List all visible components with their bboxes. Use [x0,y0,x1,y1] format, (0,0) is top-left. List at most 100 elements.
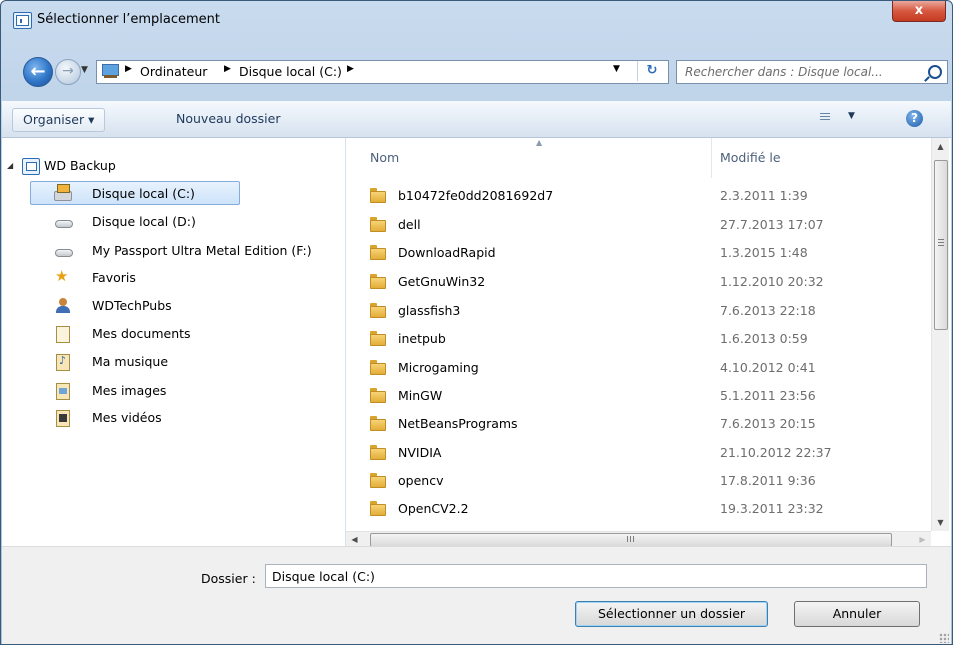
file-modified: 7.6.2013 22:18 [720,303,816,318]
breadcrumb-separator-icon[interactable]: ▶ [125,64,132,74]
list-item[interactable]: DownloadRapid 1.3.2015 1:48 [346,240,931,266]
file-name: NetBeansPrograms [398,416,518,431]
list-item[interactable]: GetGnuWin32 1.12.2010 20:32 [346,269,931,295]
grip-icon [938,239,944,246]
history-dropdown-icon[interactable]: ▼ [81,66,90,75]
scroll-right-icon[interactable]: ▶ [914,532,931,547]
folder-icon [370,360,386,375]
list-item[interactable]: b10472fe0dd2081692d7 2.3.2011 1:39 [346,183,931,209]
nav-item-ma-musique[interactable]: Ma musique [2,350,344,374]
chevron-down-icon: ▼ [848,111,855,121]
file-name: Microgaming [398,360,479,375]
view-details-icon [820,113,830,122]
folder-icon [370,331,386,346]
horizontal-scroll-thumb[interactable] [370,533,892,547]
expand-triangle-icon[interactable]: ◢ [7,161,13,170]
nav-item-label: Favoris [92,270,136,285]
nav-item-mes-videos[interactable]: Mes vidéos [2,406,344,430]
address-bar[interactable]: ▶ Ordinateur ▶ Disque local (C:) ▶ ▼ ↻ [96,60,669,84]
list-item[interactable]: opencv 17.8.2011 9:36 [346,468,931,494]
navigation-bar: ← → ▼ ▶ Ordinateur ▶ Disque local (C:) ▶… [1,53,952,87]
search-input[interactable]: Rechercher dans : Disque local... [676,60,948,84]
file-list: Nom ▲ Modifié le b10472fe0dd2081692d7 2.3… [346,138,931,531]
file-modified: 1.3.2015 1:48 [720,245,808,260]
nav-item-label: Disque local (C:) [92,186,195,201]
horizontal-scrollbar[interactable]: ◀ ▶ [346,531,931,547]
organize-button[interactable]: Organiser ▾ [12,108,106,132]
dialog-footer: Dossier : Disque local (C:) Sélectionner… [2,546,951,644]
breadcrumb-ordinateur[interactable]: Ordinateur [140,64,207,79]
search-placeholder: Rechercher dans : Disque local... [685,65,883,79]
file-modified: 5.1.2011 23:56 [720,388,816,403]
nav-item-label: My Passport Ultra Metal Edition (F:) [92,243,312,258]
drive-c-icon [54,184,72,201]
list-item[interactable]: NVIDIA 21.10.2012 22:37 [346,440,931,466]
file-modified: 21.10.2012 22:37 [720,445,832,460]
file-modified: 1.12.2010 20:32 [720,274,824,289]
file-dialog-window: Sélectionner l’emplacement x ← → ▼ ▶ Ord… [0,0,953,645]
file-modified: 4.10.2012 0:41 [720,360,816,375]
vertical-scroll-thumb[interactable] [934,160,948,330]
list-item[interactable]: MinGW 5.1.2011 23:56 [346,383,931,409]
nav-item-favoris[interactable]: ★ Favoris [2,266,344,290]
file-name: MinGW [398,388,443,403]
grip-icon [627,536,635,542]
select-folder-button[interactable]: Sélectionner un dossier [575,601,768,627]
list-item[interactable]: Microgaming 4.10.2012 0:41 [346,355,931,381]
file-name: dell [398,217,421,232]
nav-item-label: Mes vidéos [92,410,162,425]
address-dropdown-icon[interactable]: ▼ [613,64,620,74]
scroll-down-icon[interactable]: ▼ [932,514,949,531]
drive-icon [55,249,73,257]
title-bar: Sélectionner l’emplacement x [1,1,952,37]
view-options-button[interactable]: ▼ [820,111,860,127]
list-item[interactable]: glassfish3 7.6.2013 22:18 [346,298,931,324]
column-header-modified[interactable]: Modifié le [712,138,931,178]
videos-icon [56,410,70,427]
folder-icon [370,303,386,318]
column-header-name[interactable]: Nom ▲ [346,138,711,178]
help-icon[interactable]: ? [906,110,923,127]
vertical-scrollbar[interactable]: ▲ ▼ [931,138,949,531]
list-item[interactable]: OpenCV2.2 19.3.2011 23:32 [346,496,931,522]
nav-item-disque-local-c[interactable]: Disque local (C:) [30,181,240,205]
file-name: NVIDIA [398,445,442,460]
list-item[interactable]: NetBeansPrograms 7.6.2013 20:15 [346,411,931,437]
folder-icon [370,501,386,516]
scroll-up-icon[interactable]: ▲ [932,138,949,155]
nav-item-label: WD Backup [44,158,116,173]
documents-icon [56,326,70,343]
forward-arrow-icon[interactable]: → [55,59,81,85]
computer-icon [101,63,119,79]
list-item[interactable]: dell 27.7.2013 17:07 [346,212,931,238]
nav-item-wdtechpubs[interactable]: WDTechPubs [2,294,344,318]
new-folder-button[interactable]: Nouveau dossier [166,108,290,130]
command-toolbar: Organiser ▾ Nouveau dossier ▼ ? [2,101,951,138]
file-name: GetGnuWin32 [398,274,486,289]
folder-icon [370,473,386,488]
drive-icon [55,220,73,228]
file-name: DownloadRapid [398,245,496,260]
nav-item-my-passport[interactable]: My Passport Ultra Metal Edition (F:) [2,239,344,263]
back-arrow-icon[interactable]: ← [23,57,53,87]
refresh-icon[interactable]: ↻ [637,61,666,81]
list-item[interactable]: inetpub 1.6.2013 0:59 [346,326,931,352]
close-button[interactable]: x [892,1,946,22]
breadcrumb-separator-icon[interactable]: ▶ [224,64,231,74]
nav-item-mes-images[interactable]: Mes images [2,379,344,403]
nav-item-mes-documents[interactable]: Mes documents [2,322,344,346]
resize-grip-icon[interactable] [939,633,949,643]
file-name: OpenCV2.2 [398,501,469,516]
search-icon[interactable] [928,65,942,79]
scroll-left-icon[interactable]: ◀ [346,532,363,547]
cancel-button[interactable]: Annuler [794,601,920,627]
nav-item-wd-backup[interactable]: ◢ WD Backup [2,154,344,178]
music-icon [56,354,70,371]
folder-icon [370,445,386,460]
nav-item-disque-local-d[interactable]: Disque local (D:) [2,210,344,234]
folder-icon [370,245,386,260]
breadcrumb-disque-local-c[interactable]: Disque local (C:) [239,64,342,79]
breadcrumb-separator-icon[interactable]: ▶ [347,64,354,74]
folder-field[interactable]: Disque local (C:) [265,564,927,588]
folder-field-label: Dossier : [201,571,256,586]
